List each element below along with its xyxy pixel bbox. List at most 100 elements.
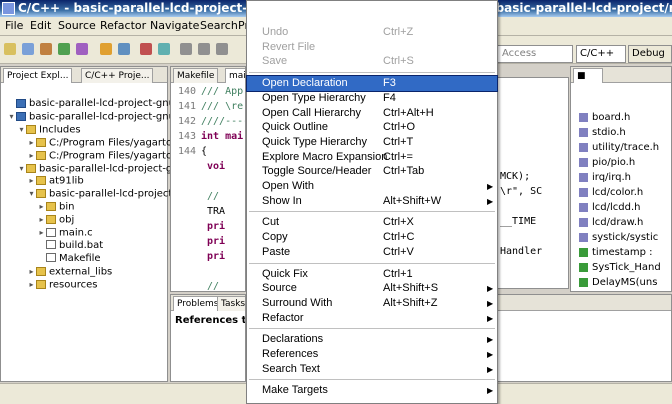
outline-item[interactable]: lcd/color.h [579, 185, 643, 200]
menu-item-refactor[interactable]: Refactor ▶ [247, 311, 497, 326]
menu-source[interactable]: Source [58, 19, 96, 32]
menu-item-open-type-hierarchy[interactable]: Open Type Hierarchy F4 [247, 91, 497, 106]
tree-item[interactable]: ▸ resources [27, 278, 97, 291]
tree-item[interactable]: Makefile [37, 252, 101, 265]
tab-outline[interactable]: ■ [573, 68, 603, 83]
search-icon[interactable] [100, 43, 112, 55]
menu-search[interactable]: Search [200, 19, 238, 32]
outline-item[interactable]: lcd/lcdd.h [579, 200, 640, 215]
expand-toggle-icon[interactable]: ▾ [27, 187, 36, 200]
debug-icon[interactable] [76, 43, 88, 55]
forward-icon[interactable] [198, 43, 210, 55]
menu-item-quick-type-hierarchy[interactable]: Quick Type Hierarchy Ctrl+T [247, 135, 497, 150]
tree-item[interactable]: ▾ basic-parallel-lcd-project-gnu [17, 162, 184, 175]
menu-item-undo[interactable]: Undo Ctrl+Z [247, 25, 497, 40]
tab-project-explorer[interactable]: Project Expl... [3, 68, 73, 83]
outline-item[interactable]: lcd/draw.h [579, 215, 643, 230]
run-icon[interactable] [58, 43, 70, 55]
tree-item[interactable]: ▸ bin [37, 200, 74, 213]
menu-item-cut[interactable]: Cut Ctrl+X [247, 215, 497, 230]
annotation-icon[interactable] [158, 43, 170, 55]
tree-item[interactable]: ▸ C:/Program Files/yagarto/ [27, 136, 175, 149]
menu-edit[interactable]: Edit [30, 19, 51, 32]
tab-problems[interactable]: Problems [173, 296, 223, 311]
expand-toggle-icon[interactable]: ▸ [27, 149, 36, 162]
expand-toggle-icon[interactable]: ▸ [27, 136, 36, 149]
tab-tasks[interactable]: Tasks [217, 296, 245, 311]
tree-item[interactable]: ▾ basic-parallel-lcd-project [27, 187, 172, 200]
navigate-icon[interactable] [118, 43, 130, 55]
expand-toggle-icon[interactable]: ▸ [27, 278, 36, 291]
menu-item-show-in[interactable]: Show In Alt+Shift+W ▶ [247, 194, 497, 209]
menu-item-quick-fix[interactable]: Quick Fix Ctrl+1 [247, 267, 497, 282]
menu-file[interactable]: File [5, 19, 23, 32]
outline-item[interactable]: stdio.h [579, 125, 626, 140]
outline-item-icon [579, 172, 588, 182]
menu-item-make-targets[interactable]: Make Targets ▶ [247, 383, 497, 398]
outline-item[interactable]: systick/systic [579, 230, 658, 245]
menu-item-paste[interactable]: Paste Ctrl+V [247, 245, 497, 260]
outline-item[interactable]: pio/pio.h [579, 155, 635, 170]
expand-toggle-icon[interactable]: ▸ [27, 265, 36, 278]
expand-toggle-icon[interactable]: ▸ [37, 226, 46, 239]
outline-item[interactable]: board.h [579, 110, 630, 125]
menu-project[interactable]: Project [238, 19, 246, 32]
tree-item[interactable]: ▸ external_libs [27, 265, 112, 278]
outline-item-icon [579, 262, 588, 272]
menu-item-source[interactable]: Source Alt+Shift+S ▶ [247, 281, 497, 296]
tree-item[interactable]: ▸ obj [37, 213, 74, 226]
menu-navigate[interactable]: Navigate [150, 19, 199, 32]
new-icon[interactable] [4, 43, 16, 55]
expand-toggle-icon[interactable]: ▾ [7, 110, 16, 123]
tab-main-c[interactable]: main [225, 68, 245, 83]
quick-access-input[interactable]: Access [497, 45, 573, 63]
back-icon[interactable] [180, 43, 192, 55]
menu-item-search-text[interactable]: Search Text ▶ [247, 362, 497, 377]
console-panel [497, 294, 672, 382]
menu-item-toggle-source-header[interactable]: Toggle Source/Header Ctrl+Tab [247, 164, 497, 179]
error-nav-icon[interactable] [140, 43, 152, 55]
expand-toggle-icon[interactable]: ▾ [17, 162, 26, 175]
tree-item[interactable]: ▾ Includes [17, 123, 80, 136]
outline-item[interactable]: SysTick_Hand [579, 260, 661, 275]
tab-cpp-projects[interactable]: C/C++ Proje... [81, 68, 154, 83]
tab-makefile[interactable]: Makefile [173, 68, 219, 83]
menu-item-explore-macro-expansion[interactable]: Explore Macro Expansion Ctrl+= [247, 150, 497, 165]
perspective-cpp-button[interactable]: C/C++ [576, 45, 626, 63]
expand-toggle-icon[interactable]: ▾ [17, 123, 26, 136]
menu-refactor[interactable]: Refactor [100, 19, 146, 32]
menu-item-surround-with[interactable]: Surround With Alt+Shift+Z ▶ [247, 296, 497, 311]
menu-item-open-declaration[interactable]: Open Declaration F3 [246, 75, 498, 93]
code-editor-overflow: MCK);\r", SC__TIMEHandler12);nablePeriph… [497, 77, 569, 289]
menu-item-open-with[interactable]: Open With ▶ [247, 179, 497, 194]
save-icon[interactable] [22, 43, 34, 55]
menu-item-label: Quick Outline [262, 121, 329, 134]
menu-item-label: Quick Fix [262, 267, 308, 280]
expand-toggle-icon[interactable]: ▸ [37, 200, 46, 213]
menu-item-save[interactable]: Save Ctrl+S [247, 54, 497, 69]
build-icon[interactable] [40, 43, 52, 55]
menu-item-copy[interactable]: Copy Ctrl+C [247, 230, 497, 245]
outline-item[interactable]: main(void) : [579, 290, 653, 291]
menu-item-quick-outline[interactable]: Quick Outline Ctrl+O [247, 120, 497, 135]
history-icon[interactable] [216, 43, 228, 55]
menu-item-open-call-hierarchy[interactable]: Open Call Hierarchy Ctrl+Alt+H [247, 106, 497, 121]
tree-item[interactable]: ▸ main.c [37, 226, 92, 239]
tree-item[interactable]: ▾ basic-parallel-lcd-project-gnu_3 [7, 110, 186, 123]
tree-item[interactable]: ▸ at91lib [27, 174, 83, 187]
expand-toggle-icon[interactable]: ▸ [37, 213, 46, 226]
code-editor[interactable]: Makefile main 140/// App141/// \re142///… [170, 66, 246, 292]
tree-item[interactable]: basic-parallel-lcd-project-gnu_2 [7, 97, 186, 110]
outline-item[interactable]: timestamp : [579, 245, 653, 260]
outline-item[interactable]: irq/irq.h [579, 170, 631, 185]
tree-item[interactable]: build.bat [37, 239, 103, 252]
menu-item-references[interactable]: References ▶ [247, 347, 497, 362]
tree-item[interactable]: ▸ C:/Program Files/yagarto/ [27, 149, 175, 162]
expand-toggle-icon[interactable]: ▸ [27, 174, 36, 187]
outline-item[interactable]: DelayMS(uns [579, 275, 657, 290]
project-explorer-panel: Project Expl... C/C++ Proje... basic-par… [0, 66, 186, 382]
menu-item-revert-file[interactable]: Revert File [247, 40, 497, 55]
outline-item[interactable]: utility/trace.h [579, 140, 659, 155]
perspective-debug-button[interactable]: Debug [628, 45, 672, 63]
menu-item-declarations[interactable]: Declarations ▶ [247, 332, 497, 347]
